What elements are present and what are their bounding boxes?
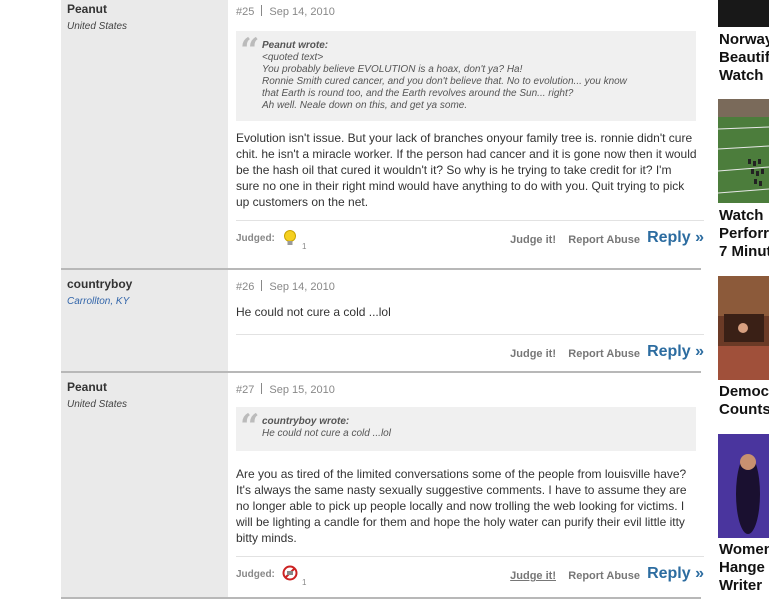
quote-author: Peanut wrote:	[262, 40, 329, 51]
video-caption-line[interactable]: Watch	[719, 207, 763, 225]
video-thumbnail[interactable]	[718, 99, 769, 203]
comment-thread: Peanut United States #25 Sep 14, 2010 “ P…	[61, 0, 704, 599]
post-number[interactable]: #26	[236, 281, 254, 293]
quote-line: Ah well. Neale down on this, and get ya …	[262, 100, 468, 111]
post-body: Are you as tired of the limited conversa…	[236, 467, 687, 545]
video-caption-line[interactable]: 7 Minut	[719, 243, 769, 261]
video-caption-line[interactable]: Watch	[719, 67, 763, 85]
post-meta: #27 Sep 15, 2010	[236, 383, 704, 397]
author-location-link[interactable]: Carrollton, KY	[67, 296, 228, 308]
video-caption-line[interactable]: Democ	[719, 383, 769, 401]
author-panel: countryboy Carrollton, KY	[61, 270, 228, 371]
post-meta: #26 Sep 14, 2010	[236, 280, 704, 294]
post-body: He could not cure a cold ...lol	[236, 305, 391, 319]
author-location: United States	[67, 399, 128, 410]
post-date: Sep 14, 2010	[269, 6, 335, 18]
video-caption-line[interactable]: Hange	[719, 559, 765, 577]
post-actions: Judged: 1 Judge it! Report Abuse Reply »	[236, 556, 704, 593]
post-content: #26 Sep 14, 2010 He could not cure a cold…	[228, 270, 704, 371]
video-thumbnail[interactable]	[718, 0, 769, 27]
post-meta: #25 Sep 14, 2010	[236, 5, 704, 19]
judged-count: 1	[302, 242, 307, 251]
quote-block: “ Peanut wrote: <quoted text> You probab…	[236, 31, 696, 121]
video-caption-line[interactable]: Norway	[719, 31, 769, 49]
judge-it-link[interactable]: Judge it!	[510, 348, 556, 360]
author-panel: Peanut United States	[61, 0, 228, 268]
judge-it-link[interactable]: Judge it!	[510, 570, 556, 582]
post-number[interactable]: #25	[236, 6, 254, 18]
post-content: #25 Sep 14, 2010 “ Peanut wrote: <quoted …	[228, 0, 704, 268]
judged-label: Judged:	[236, 233, 275, 244]
author-name[interactable]: Peanut	[67, 380, 228, 394]
video-caption-line[interactable]: Counts	[719, 401, 769, 419]
reply-button[interactable]: Reply »	[647, 229, 704, 247]
related-videos-sidebar: Norway Beautif Watch Watch Perforr 7 Min…	[718, 0, 769, 594]
judged-label: Judged:	[236, 569, 275, 580]
video-caption-line[interactable]: Writer	[719, 577, 762, 594]
comment-post: countryboy Carrollton, KY #26 Sep 14, 201…	[61, 270, 704, 373]
report-abuse-link[interactable]: Report Abuse	[568, 234, 640, 246]
author-name[interactable]: Peanut	[67, 2, 228, 16]
post-date: Sep 14, 2010	[269, 281, 335, 293]
comment-post: Peanut United States #27 Sep 15, 2010 “ c…	[61, 373, 704, 599]
no-symbol-icon[interactable]	[282, 565, 298, 583]
report-abuse-link[interactable]: Report Abuse	[568, 570, 640, 582]
post-actions: Judged: 1 Judge it! Report Abuse Reply »	[236, 220, 704, 257]
reply-button[interactable]: Reply »	[647, 343, 704, 361]
lightbulb-icon[interactable]	[282, 229, 298, 247]
judged-count: 1	[302, 578, 307, 587]
post-content: #27 Sep 15, 2010 “ countryboy wrote: He c…	[228, 373, 704, 597]
post-date: Sep 15, 2010	[269, 384, 335, 396]
judge-it-link[interactable]: Judge it!	[510, 234, 556, 246]
quote-author: countryboy wrote:	[262, 416, 350, 427]
author-panel: Peanut United States	[61, 373, 228, 597]
post-body: Evolution isn't issue. But your lack of …	[236, 131, 697, 209]
quote-line: You probably believe EVOLUTION is a hoax…	[262, 64, 523, 75]
video-caption-line[interactable]: Perforr	[719, 225, 769, 243]
reply-button[interactable]: Reply »	[647, 565, 704, 583]
video-thumbnail[interactable]	[718, 276, 769, 380]
post-actions: Judge it! Report Abuse Reply »	[236, 334, 704, 371]
quote-line: Ronnie Smith cured cancer, and you don't…	[262, 76, 627, 87]
quote-line: <quoted text>	[262, 52, 324, 63]
author-location: United States	[67, 21, 128, 32]
quote-line: that Earth is round too, and the Earth r…	[262, 88, 574, 99]
quote-mark-icon: “	[240, 407, 260, 447]
video-caption-line[interactable]: Women	[719, 541, 769, 559]
quote-mark-icon: “	[240, 31, 260, 71]
quote-block: “ countryboy wrote: He could not cure a …	[236, 407, 696, 451]
author-name[interactable]: countryboy	[67, 277, 228, 291]
comment-post: Peanut United States #25 Sep 14, 2010 “ P…	[61, 0, 704, 270]
report-abuse-link[interactable]: Report Abuse	[568, 348, 640, 360]
quote-line: He could not cure a cold ...lol	[262, 428, 391, 439]
video-caption-line[interactable]: Beautif	[719, 49, 769, 67]
video-thumbnail[interactable]	[718, 434, 769, 538]
post-number[interactable]: #27	[236, 384, 254, 396]
